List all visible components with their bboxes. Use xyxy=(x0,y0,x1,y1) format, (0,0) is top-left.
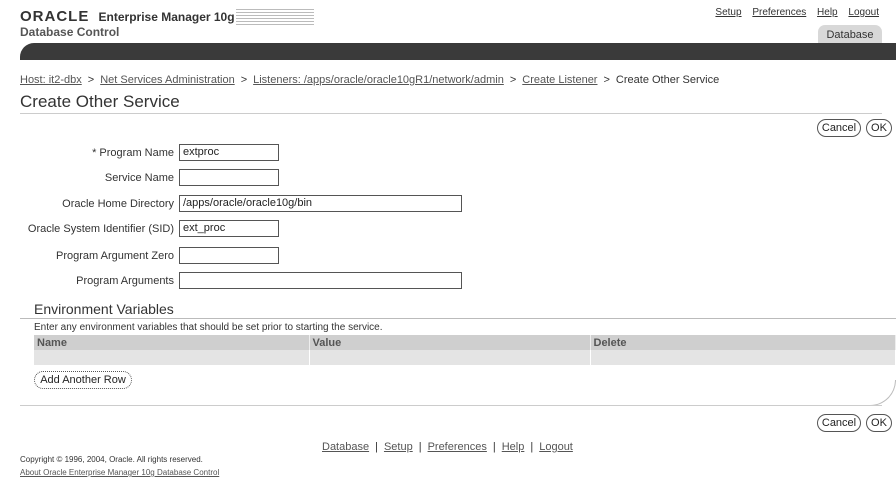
cancel-button[interactable]: Cancel xyxy=(817,119,861,137)
footer-link-setup[interactable]: Setup xyxy=(384,441,413,453)
breadcrumb-separator: > xyxy=(240,74,248,86)
copyright-text: Copyright © 1996, 2004, Oracle. All righ… xyxy=(20,455,203,464)
product-subtitle: Database Control xyxy=(20,25,120,39)
breadcrumb-host[interactable]: Host: it2-dbx xyxy=(20,74,82,86)
divider xyxy=(20,405,882,406)
tab-database[interactable]: Database xyxy=(818,25,882,44)
oracle-wordmark: ORACLE xyxy=(20,8,90,25)
breadcrumb: Host: it2-dbx > Net Services Administratio… xyxy=(20,74,719,86)
arg-zero-input[interactable] xyxy=(179,247,279,264)
header-bar xyxy=(20,43,896,60)
service-name-label: Service Name xyxy=(104,172,174,184)
footer-link-logout[interactable]: Logout xyxy=(539,441,573,453)
env-value-cell[interactable] xyxy=(309,350,591,365)
decorative-curve xyxy=(870,380,896,406)
env-name-cell[interactable] xyxy=(34,350,310,365)
global-link-preferences[interactable]: Preferences xyxy=(752,7,806,18)
footer-links: Database | Setup | Preferences | Help | Logout xyxy=(322,441,573,453)
breadcrumb-separator: > xyxy=(509,74,517,86)
global-links: Setup Preferences Help Logout xyxy=(707,7,879,18)
cancel-button-bottom[interactable]: Cancel xyxy=(817,414,861,432)
table-row xyxy=(34,350,896,365)
divider xyxy=(20,113,882,114)
footer-link-database[interactable]: Database xyxy=(322,441,369,453)
env-delete-cell[interactable] xyxy=(590,350,896,365)
program-name-input[interactable]: extproc xyxy=(179,144,279,161)
global-link-help[interactable]: Help xyxy=(817,7,838,18)
program-arguments-input[interactable] xyxy=(179,272,462,289)
service-name-input[interactable] xyxy=(179,169,279,186)
ok-button-bottom[interactable]: OK xyxy=(866,414,892,432)
em-title: Enterprise Manager 10g xyxy=(98,10,235,24)
breadcrumb-listeners[interactable]: Listeners: /apps/oracle/oracle10gR1/netw… xyxy=(253,74,504,86)
oracle-home-input[interactable]: /apps/oracle/oracle10g/bin xyxy=(179,195,462,212)
breadcrumb-net-services[interactable]: Net Services Administration xyxy=(100,74,235,86)
column-header-value: Value xyxy=(309,335,591,350)
sid-label: Oracle System Identifier (SID) xyxy=(27,223,174,235)
breadcrumb-separator: > xyxy=(603,74,610,86)
add-another-row-button[interactable]: Add Another Row xyxy=(34,371,132,389)
global-link-setup[interactable]: Setup xyxy=(715,7,741,18)
oracle-logo: ORACLE Enterprise Manager 10g xyxy=(20,8,235,25)
about-link[interactable]: About Oracle Enterprise Manager 10g Data… xyxy=(20,468,219,477)
env-table: Name Value Delete xyxy=(34,335,896,365)
logo-decoration xyxy=(236,9,314,31)
breadcrumb-create-listener[interactable]: Create Listener xyxy=(522,74,597,86)
divider xyxy=(20,318,896,319)
sid-input[interactable]: ext_proc xyxy=(179,220,279,237)
breadcrumb-separator: > xyxy=(87,74,95,86)
ok-button[interactable]: OK xyxy=(866,119,892,137)
footer-link-preferences[interactable]: Preferences xyxy=(428,441,487,453)
oracle-home-label: Oracle Home Directory xyxy=(62,198,174,210)
required-marker: * xyxy=(92,147,97,159)
column-header-name: Name xyxy=(34,335,310,350)
env-instructions: Enter any environment variables that sho… xyxy=(34,322,383,333)
program-name-label: * Program Name xyxy=(92,147,174,159)
program-arguments-label: Program Arguments xyxy=(76,275,174,287)
breadcrumb-current: Create Other Service xyxy=(615,74,720,86)
global-link-logout[interactable]: Logout xyxy=(848,7,879,18)
env-section-title: Environment Variables xyxy=(34,301,174,317)
arg-zero-label: Program Argument Zero xyxy=(56,250,174,262)
footer-link-help[interactable]: Help xyxy=(502,441,525,453)
column-header-delete: Delete xyxy=(590,335,896,350)
page-title: Create Other Service xyxy=(20,92,180,111)
